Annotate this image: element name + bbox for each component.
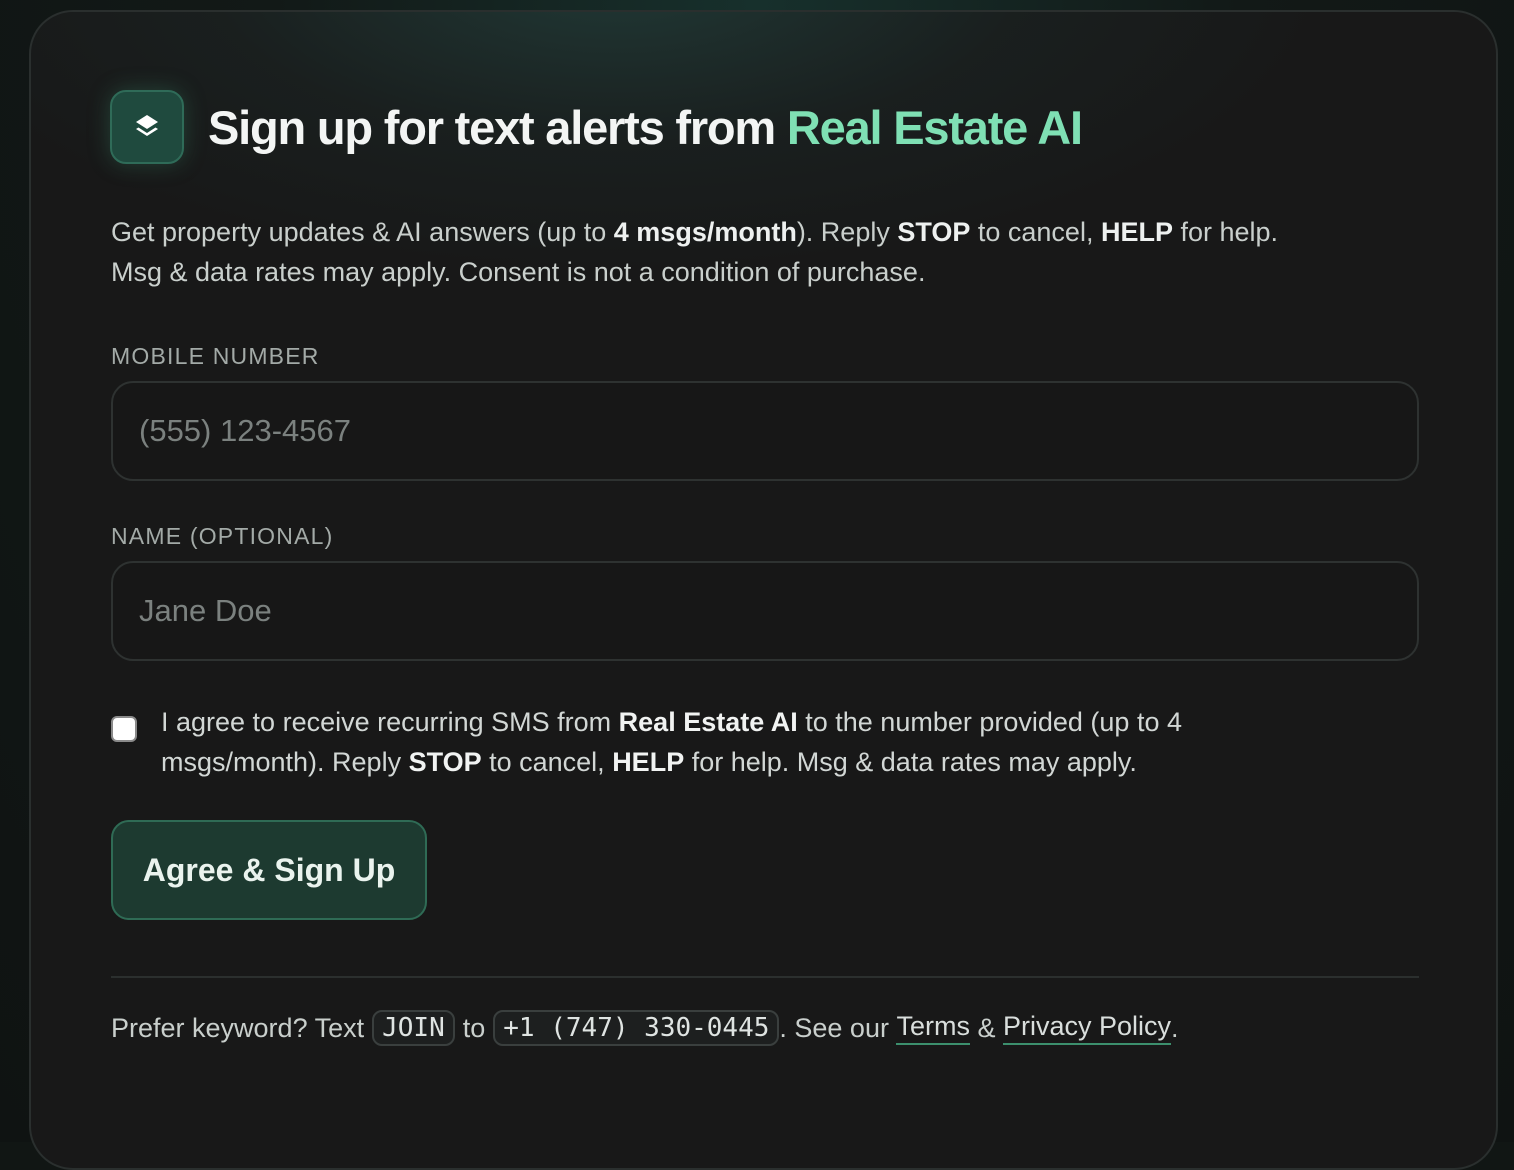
desc-bold-help: HELP	[1101, 217, 1173, 247]
name-input[interactable]	[111, 561, 1419, 661]
footer-text: &	[970, 1013, 1003, 1044]
consent-checkbox[interactable]	[111, 716, 137, 742]
agree-sign-up-button[interactable]: Agree & Sign Up	[111, 820, 427, 920]
mobile-number-label: MOBILE NUMBER	[111, 343, 320, 370]
layers-icon	[110, 90, 184, 164]
desc-bold-limit: 4 msgs/month	[614, 217, 797, 247]
consent-row: I agree to receive recurring SMS from Re…	[111, 702, 1411, 782]
privacy-policy-link[interactable]: Privacy Policy	[1003, 1011, 1171, 1045]
footer-text: Prefer keyword? Text	[111, 1013, 364, 1044]
consent-bold-stop: STOP	[409, 747, 482, 777]
mobile-number-input[interactable]	[111, 381, 1419, 481]
consent-text-part: I agree to receive recurring SMS from	[161, 707, 619, 737]
desc-text: ). Reply	[797, 217, 898, 247]
footer: Prefer keyword? Text JOIN to +1 (747) 33…	[111, 1010, 1179, 1046]
signup-card: Sign up for text alerts from Real Estate…	[29, 10, 1498, 1170]
consent-text: I agree to receive recurring SMS from Re…	[161, 702, 1301, 782]
card-header: Sign up for text alerts from Real Estate…	[110, 90, 1082, 164]
consent-brand: Real Estate AI	[619, 707, 798, 737]
consent-text-part: for help. Msg & data rates may apply.	[684, 747, 1137, 777]
terms-link[interactable]: Terms	[896, 1011, 970, 1045]
description: Get property updates & AI answers (up to…	[111, 212, 1431, 292]
desc-bold-stop: STOP	[897, 217, 970, 247]
description-line-2: Msg & data rates may apply. Consent is n…	[111, 252, 1431, 292]
divider	[111, 976, 1419, 978]
title-brand: Real Estate AI	[787, 101, 1082, 154]
desc-text: for help.	[1173, 217, 1278, 247]
page-title: Sign up for text alerts from Real Estate…	[208, 100, 1082, 155]
description-line-1: Get property updates & AI answers (up to…	[111, 212, 1431, 252]
desc-text: Get property updates & AI answers (up to	[111, 217, 614, 247]
name-label: NAME (OPTIONAL)	[111, 523, 333, 550]
title-prefix: Sign up for text alerts from	[208, 101, 787, 154]
footer-text: to	[463, 1013, 486, 1044]
phone-number-code: +1 (747) 330-0445	[493, 1010, 779, 1046]
keyword-code: JOIN	[372, 1010, 455, 1046]
consent-bold-help: HELP	[612, 747, 684, 777]
consent-text-part: to cancel,	[482, 747, 613, 777]
desc-text: to cancel,	[970, 217, 1101, 247]
footer-text: . See our	[779, 1013, 896, 1044]
footer-text: .	[1171, 1013, 1179, 1044]
